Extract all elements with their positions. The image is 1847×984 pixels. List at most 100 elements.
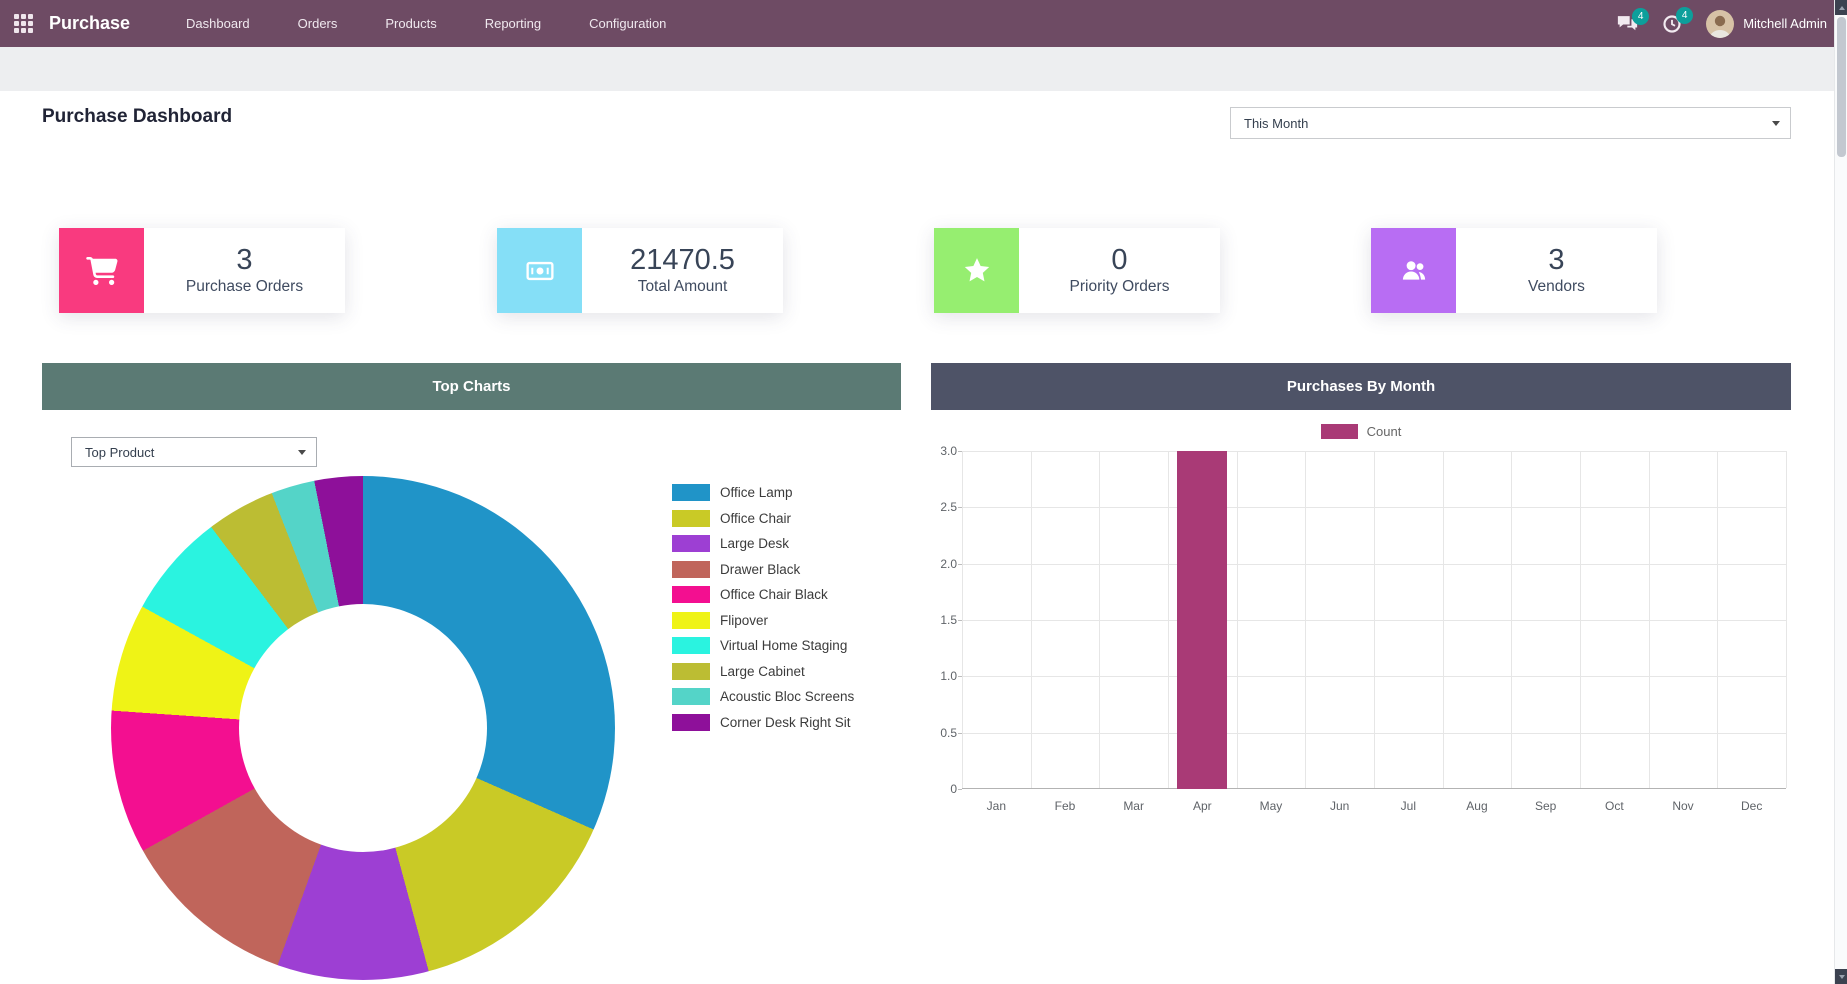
donut-legend-item[interactable]: Large Cabinet	[672, 663, 854, 680]
users-icon	[1398, 256, 1430, 285]
vertical-scrollbar[interactable]	[1834, 0, 1847, 984]
activities-button[interactable]: 4	[1662, 14, 1682, 34]
kpi-icon-box	[1371, 228, 1456, 313]
x-axis-tick: Mar	[1099, 799, 1168, 813]
y-tick-mark	[958, 507, 962, 508]
kpi-card-priority-orders[interactable]: 0 Priority Orders	[934, 228, 1220, 313]
navbar-right: 4 4 Mitchell Admin	[1617, 10, 1827, 38]
legend-label: Office Lamp	[720, 485, 793, 500]
arrow-down-icon	[1839, 975, 1845, 979]
top-charts-header: Top Charts	[42, 363, 901, 410]
gridline-horizontal	[962, 507, 1786, 508]
money-icon	[524, 257, 556, 285]
scroll-up-button[interactable]	[1835, 0, 1847, 15]
user-menu[interactable]: Mitchell Admin	[1706, 10, 1827, 38]
kpi-label: Priority Orders	[1070, 278, 1170, 296]
avatar	[1706, 10, 1734, 38]
y-tick-mark	[958, 620, 962, 621]
donut-legend-item[interactable]: Office Lamp	[672, 484, 854, 501]
bar-apr[interactable]	[1177, 451, 1227, 789]
user-name: Mitchell Admin	[1743, 16, 1827, 31]
donut-legend-item[interactable]: Office Chair	[672, 510, 854, 527]
kpi-card-vendors[interactable]: 3 Vendors	[1371, 228, 1657, 313]
legend-swatch	[672, 586, 710, 603]
y-tick-mark	[958, 564, 962, 565]
gridline-horizontal	[962, 733, 1786, 734]
bar-legend-label: Count	[1367, 424, 1402, 439]
scrollbar-thumb[interactable]	[1837, 17, 1846, 157]
kpi-icon-box	[59, 228, 144, 313]
gridline-horizontal	[962, 451, 1786, 452]
y-axis-tick: 0.5	[931, 726, 957, 740]
y-tick-mark	[958, 451, 962, 452]
kpi-icon-box	[497, 228, 582, 313]
nav-item-dashboard[interactable]: Dashboard	[162, 0, 274, 47]
nav-item-orders[interactable]: Orders	[274, 0, 362, 47]
bar-legend[interactable]: Count	[931, 424, 1791, 439]
legend-swatch	[672, 714, 710, 731]
legend-swatch	[672, 535, 710, 552]
donut-legend-item[interactable]: Office Chair Black	[672, 586, 854, 603]
kpi-card-total-amount[interactable]: 21470.5 Total Amount	[497, 228, 783, 313]
donut-hole	[239, 604, 487, 852]
donut-legend-item[interactable]: Large Desk	[672, 535, 854, 552]
kpi-icon-box	[934, 228, 1019, 313]
purchase-dashboard-app: Purchase Dashboard Orders Products Repor…	[0, 0, 1847, 984]
messages-badge: 4	[1632, 8, 1649, 25]
gridline-horizontal	[962, 564, 1786, 565]
top-product-value: Top Product	[85, 445, 154, 460]
x-axis-tick: Jul	[1374, 799, 1443, 813]
apps-grid-icon[interactable]	[14, 14, 33, 33]
kpi-value: 3	[236, 245, 252, 277]
nav-item-configuration[interactable]: Configuration	[565, 0, 690, 47]
kpi-label: Purchase Orders	[186, 278, 303, 296]
legend-label: Flipover	[720, 613, 768, 628]
y-axis-tick: 1.0	[931, 669, 957, 683]
nav-item-reporting[interactable]: Reporting	[461, 0, 565, 47]
chevron-down-icon	[298, 450, 306, 455]
star-icon	[962, 256, 992, 285]
gridline-horizontal	[962, 620, 1786, 621]
period-filter-select[interactable]: This Month	[1230, 107, 1791, 139]
bar-plot	[962, 451, 1786, 789]
kpi-card-purchase-orders[interactable]: 3 Purchase Orders	[59, 228, 345, 313]
top-product-select[interactable]: Top Product	[71, 437, 317, 467]
donut-legend-item[interactable]: Acoustic Bloc Screens	[672, 688, 854, 705]
purchases-by-month-header: Purchases By Month	[931, 363, 1791, 410]
activities-badge: 4	[1676, 7, 1693, 24]
gridline-vertical	[1786, 451, 1787, 788]
donut-legend-item[interactable]: Flipover	[672, 612, 854, 629]
y-axis-tick: 2.5	[931, 500, 957, 514]
legend-swatch	[672, 663, 710, 680]
main-menu: Dashboard Orders Products Reporting Conf…	[162, 0, 690, 47]
cart-icon	[86, 257, 118, 285]
donut-legend-item[interactable]: Virtual Home Staging	[672, 637, 854, 654]
legend-label: Large Cabinet	[720, 664, 805, 679]
messages-button[interactable]: 4	[1617, 15, 1638, 33]
top-navbar: Purchase Dashboard Orders Products Repor…	[0, 0, 1847, 47]
legend-swatch	[672, 688, 710, 705]
donut-legend-item[interactable]: Corner Desk Right Sit	[672, 714, 854, 731]
y-axis-tick: 2.0	[931, 557, 957, 571]
legend-label: Virtual Home Staging	[720, 638, 847, 653]
kpi-value: 3	[1548, 245, 1564, 277]
x-axis-tick: Nov	[1649, 799, 1718, 813]
nav-item-products[interactable]: Products	[361, 0, 460, 47]
purchases-bar-chart: Count 00.51.01.52.02.53.0JanFebMarAprMay…	[931, 415, 1791, 825]
donut-chart[interactable]	[111, 476, 615, 980]
kpi-label: Total Amount	[638, 278, 728, 296]
arrow-up-icon	[1839, 6, 1845, 10]
kpi-body: 3 Purchase Orders	[144, 228, 345, 313]
scroll-down-button[interactable]	[1835, 969, 1847, 984]
x-axis-tick: Dec	[1717, 799, 1786, 813]
y-axis-tick: 1.5	[931, 613, 957, 627]
period-filter-value: This Month	[1244, 116, 1308, 131]
donut-legend-item[interactable]: Drawer Black	[672, 561, 854, 578]
legend-label: Office Chair	[720, 511, 791, 526]
kpi-body: 0 Priority Orders	[1019, 228, 1220, 313]
x-axis-tick: Jan	[962, 799, 1031, 813]
y-tick-mark	[958, 733, 962, 734]
donut-legend: Office Lamp Office Chair Large Desk Drawer …	[672, 484, 854, 731]
app-name[interactable]: Purchase	[49, 13, 130, 34]
legend-swatch	[672, 612, 710, 629]
